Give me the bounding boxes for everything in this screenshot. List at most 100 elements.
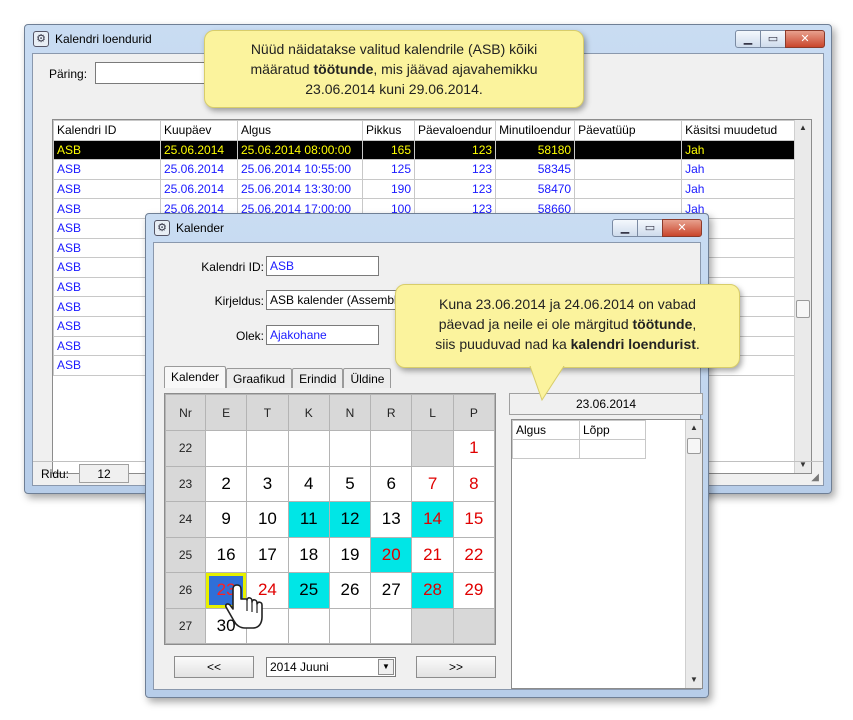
next-month-button[interactable]: >> [416, 656, 496, 678]
month-select-value: 2014 Juuni [270, 660, 329, 674]
scroll-up-arrow-icon[interactable]: ▲ [795, 120, 811, 136]
calendar-empty-cell [204, 430, 248, 467]
weekday-header: L [411, 394, 454, 431]
rows-count: 12 [79, 464, 129, 483]
calendar-day-cell[interactable]: 6 [370, 465, 413, 502]
calendar-day-cell[interactable]: 17 [246, 536, 289, 573]
table-cell: Jah [681, 159, 799, 180]
calendar-day-cell[interactable]: 15 [452, 501, 496, 538]
table-row[interactable]: ASB 25.06.2014 25.06.2014 13:30:00 190 123 58… [53, 178, 799, 200]
calendar-day-cell[interactable]: 5 [328, 465, 372, 502]
calendar-day-cell[interactable]: 9 [204, 501, 248, 538]
calendar-day-cell[interactable]: 28 [411, 572, 454, 609]
callout-text: Nüüd näidatakse valitud kalendrile (ASB)… [250, 41, 538, 57]
state-field[interactable]: Ajakohane [266, 325, 379, 345]
table-cell: 123 [413, 178, 497, 200]
table-row[interactable] [512, 439, 646, 459]
calendar-day-cell[interactable]: 1 [452, 430, 496, 467]
calendar-empty-cell [452, 607, 496, 644]
app-icon: ⚙ [33, 31, 49, 47]
calendar-day-cell[interactable]: 18 [287, 536, 330, 573]
calendar-day-cell[interactable]: 16 [204, 536, 248, 573]
calendar-day-cell[interactable]: 29 [452, 572, 496, 609]
table-cell: 58345 [495, 159, 576, 180]
weekday-header: Nr [165, 394, 206, 431]
table-row[interactable]: ASB 25.06.2014 25.06.2014 10:55:00 125 123 58… [53, 159, 799, 180]
tab-general[interactable]: Üldine [343, 368, 392, 388]
month-calendar-grid: Nr E T K N R L P 22 1 23 2 3 4 5 6 7 8 24 9 10 11 12 13 14 15 25 16… [164, 393, 496, 645]
column-header[interactable]: Pikkus [362, 120, 415, 141]
calendar-day-cell[interactable]: 12 [328, 501, 372, 538]
column-header-end[interactable]: Lõpp [579, 420, 646, 440]
close-button[interactable]: ✕ [785, 30, 825, 48]
calendar-day-cell[interactable]: 4 [287, 465, 330, 502]
resize-grip-icon[interactable]: ◢ [811, 472, 819, 483]
calendar-day-cell[interactable]: 8 [452, 465, 496, 502]
calendar-empty-cell [328, 607, 372, 644]
table-cell: 58180 [495, 139, 576, 161]
table-cell: 123 [413, 159, 497, 180]
weekday-header: E [204, 394, 248, 431]
callout-text: 23.06.2014 kuni 29.06.2014. [305, 81, 483, 97]
calendar-id-field[interactable]: ASB [266, 256, 379, 276]
maximize-button[interactable]: ▭ [637, 219, 663, 237]
column-header-start[interactable]: Algus [512, 420, 580, 440]
tab-calendar[interactable]: Kalender [164, 366, 227, 388]
column-header[interactable]: Päevaloendur [413, 120, 497, 141]
month-select[interactable]: 2014 Juuni ▼ [266, 657, 396, 677]
column-header[interactable]: Minutiloendur [495, 120, 576, 141]
query-label: Päring: [49, 67, 88, 81]
calendar-day-cell[interactable]: 25 [287, 572, 330, 609]
calendar-day-cell[interactable]: 19 [328, 536, 372, 573]
calendar-day-cell[interactable]: 10 [246, 501, 289, 538]
tab-schedules[interactable]: Graafikud [226, 368, 293, 388]
close-button[interactable]: ✕ [662, 219, 702, 237]
column-header[interactable]: Päevatüüp [574, 120, 683, 141]
maximize-button[interactable]: ▭ [760, 30, 786, 48]
calendar-day-cell[interactable]: 7 [411, 465, 454, 502]
info-callout-right: Kuna 23.06.2014 ja 24.06.2014 on vabad p… [395, 284, 740, 368]
scroll-down-arrow-icon[interactable]: ▼ [686, 672, 702, 688]
week-number: 22 [165, 430, 206, 467]
description-field[interactable]: ASB kalender (Assembly S [266, 290, 406, 310]
calendar-day-cell[interactable]: 13 [370, 501, 413, 538]
table-cell: ASB [53, 159, 161, 180]
work-hours-scrollbar[interactable]: ▲ ▼ [685, 420, 702, 688]
table-cell: 25.06.2014 [160, 178, 238, 200]
column-header[interactable]: Kuupäev [160, 120, 238, 141]
calendar-empty-cell [328, 430, 372, 467]
calendar-day-cell[interactable]: 20 [370, 536, 413, 573]
calendar-day-cell[interactable]: 21 [411, 536, 454, 573]
calendar-day-cell[interactable]: 26 [328, 572, 372, 609]
calendar-day-cell[interactable]: 27 [370, 572, 413, 609]
calendar-day-cell[interactable]: 22 [452, 536, 496, 573]
calendar-day-cell[interactable]: 14 [411, 501, 454, 538]
column-header[interactable]: Kalendri ID [53, 120, 161, 141]
state-label: Olek: [235, 329, 264, 343]
tab-strip: Kalender Graafikud Erindid Üldine [164, 366, 392, 388]
table-scrollbar[interactable]: ▲ ▼ [794, 120, 811, 473]
calendar-empty-cell [287, 607, 330, 644]
table-row[interactable]: ASB 25.06.2014 25.06.2014 08:00:00 165 123 58… [53, 139, 799, 161]
calendar-empty-cell [370, 430, 413, 467]
table-cell: ASB [53, 139, 161, 161]
calendar-day-cell[interactable]: 2 [204, 465, 248, 502]
chevron-down-icon[interactable]: ▼ [378, 659, 394, 675]
minimize-button[interactable]: ▁ [735, 30, 761, 48]
scroll-up-arrow-icon[interactable]: ▲ [686, 420, 702, 436]
minimize-button[interactable]: ▁ [612, 219, 638, 237]
table-cell: 190 [362, 178, 415, 200]
column-header[interactable]: Käsitsi muudetud [681, 120, 799, 141]
calendar-empty-cell [411, 430, 454, 467]
previous-month-button[interactable]: << [174, 656, 254, 678]
calendar-day-cell[interactable]: 11 [287, 501, 330, 538]
column-header[interactable]: Algus [237, 120, 363, 141]
callout-text: siis puuduvad nad ka kalendri loendurist… [435, 336, 700, 352]
work-hours-table: Algus Lõpp ▲ ▼ [511, 419, 703, 689]
title-bar: ⚙ Kalender ▁ ▭ ✕ [146, 214, 708, 242]
scrollbar-thumb[interactable] [796, 300, 810, 318]
tab-exceptions[interactable]: Erindid [292, 368, 344, 388]
table-cell: 123 [413, 139, 497, 161]
calendar-day-cell[interactable]: 3 [246, 465, 289, 502]
scrollbar-thumb[interactable] [687, 438, 701, 454]
